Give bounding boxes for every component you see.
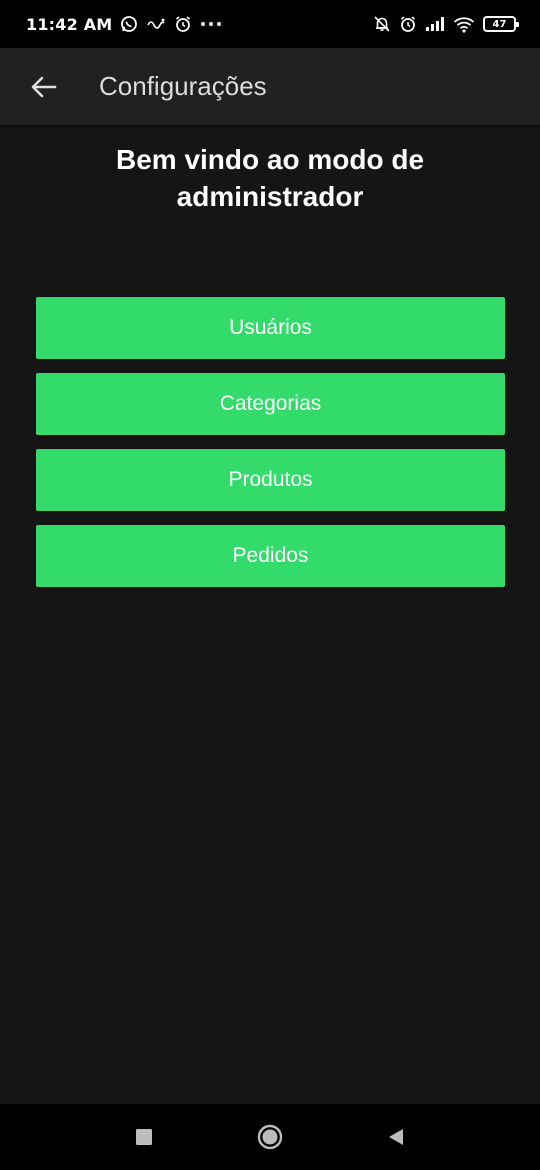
status-left-group: 11:42 AM [26, 15, 373, 34]
wifi-icon [453, 16, 475, 33]
page-title: Configurações [99, 71, 267, 101]
welcome-line-2: administrador [176, 181, 364, 212]
back-triangle-icon [389, 1129, 403, 1145]
battery-level: 47 [492, 18, 507, 30]
battery-icon: 47 [483, 16, 519, 32]
system-nav-bar [0, 1104, 540, 1170]
more-dots-icon [200, 21, 222, 27]
whatsapp-icon [120, 15, 138, 33]
mobile-data-icon [146, 17, 166, 31]
recents-square-icon [136, 1129, 152, 1145]
arrow-left-icon [31, 76, 57, 97]
users-button[interactable]: Usuários [36, 297, 505, 359]
welcome-heading: Bem vindo ao modo de administrador [40, 141, 500, 215]
categories-button[interactable]: Categorias [36, 373, 505, 435]
recents-button[interactable] [121, 1114, 167, 1160]
status-time: 11:42 AM [26, 14, 113, 34]
home-circle-icon [257, 1124, 283, 1150]
status-right-group: 47 [373, 15, 519, 33]
alarm-icon [174, 15, 192, 33]
admin-menu: Usuários Categorias Produtos Pedidos [36, 297, 505, 601]
app-bar: Configurações [0, 48, 540, 125]
alarm-icon [399, 15, 417, 33]
status-bar: 11:42 AM 47 [0, 0, 540, 48]
products-button[interactable]: Produtos [36, 449, 505, 511]
notifications-off-icon [373, 15, 391, 33]
back-button[interactable] [0, 48, 88, 125]
welcome-line-1: Bem vindo ao modo de [115, 144, 425, 175]
signal-icon [425, 16, 445, 32]
home-button[interactable] [247, 1114, 293, 1160]
system-back-button[interactable] [373, 1114, 419, 1160]
orders-button[interactable]: Pedidos [36, 525, 505, 587]
